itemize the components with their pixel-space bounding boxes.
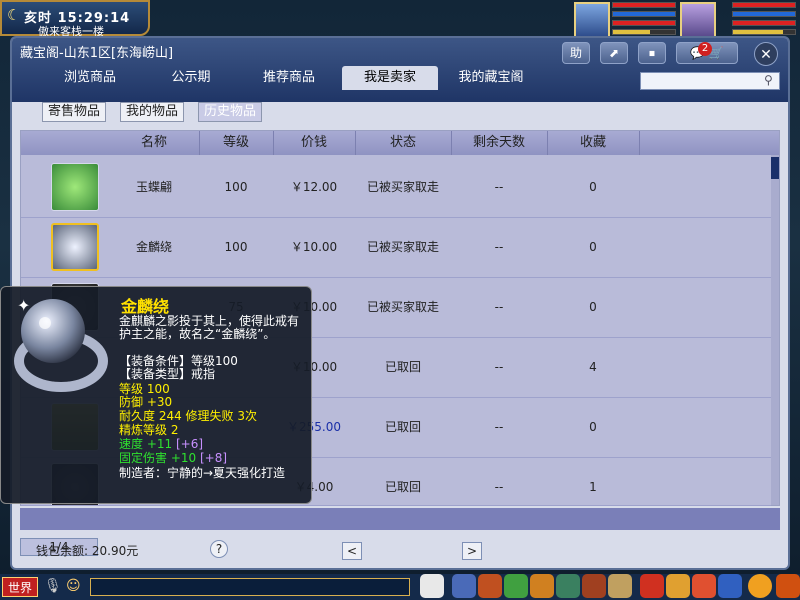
- item-fav: 0: [589, 420, 597, 434]
- item-status: 已被买家取走: [366, 180, 439, 194]
- item-days: --: [494, 420, 504, 434]
- col-level: 等级: [199, 131, 274, 155]
- item-status: 已取回: [384, 420, 421, 434]
- tooltip-refine: 精炼等级 2: [119, 423, 179, 437]
- table-scrollbar[interactable]: [771, 155, 779, 505]
- pet-dock-icon[interactable]: [420, 574, 444, 598]
- item-days: --: [494, 480, 504, 494]
- jade-butterfly-icon[interactable]: [51, 163, 99, 211]
- sword-dock-icon[interactable]: [452, 574, 476, 598]
- item-status: 已取回: [384, 480, 421, 494]
- table-header: 名称 等级 价钱 状态 剩余天数 收藏: [21, 131, 779, 155]
- item-days: --: [494, 180, 504, 194]
- tooltip-description: 金麒麟之影投于其上，使得此戒有护主之能，故名之“金麟绕”。: [119, 314, 300, 341]
- tooltip-durability: 耐久度 244 修理失败 3次: [119, 409, 257, 423]
- item-days: --: [494, 240, 504, 254]
- item-name: 金麟绕: [135, 240, 172, 254]
- team-dock-icon[interactable]: [504, 574, 528, 598]
- skill-dock-icon[interactable]: [530, 574, 554, 598]
- item-status: 已被买家取走: [366, 300, 439, 314]
- tooltip-fixed-damage: 固定伤害 +10 [+8]: [119, 451, 228, 465]
- col-price: 价钱: [273, 131, 356, 155]
- table-row[interactable]: 金麟绕 100 ￥10.00 已被买家取走 -- 0: [21, 217, 771, 278]
- item-price: ￥12.00: [290, 180, 338, 194]
- moon-icon: ☾: [7, 6, 21, 24]
- window-header: 藏宝阁-山东1区[东海崂山] 助 ⬈ ⏹ 💬 🛒 2 ✕ 浏览商品 公示期 推荐…: [12, 38, 788, 102]
- ring-icon: ✦: [14, 296, 108, 392]
- tab-recommended[interactable]: 推荐商品: [248, 66, 330, 90]
- tab-browse[interactable]: 浏览商品: [54, 66, 126, 90]
- item-fav: 4: [589, 360, 597, 374]
- gang-dock-icon[interactable]: [582, 574, 606, 598]
- help-icon[interactable]: ?: [210, 540, 228, 558]
- col-status: 状态: [355, 131, 452, 155]
- item-fav: 0: [589, 300, 597, 314]
- silver-ring-icon[interactable]: [51, 223, 99, 271]
- friends-dock-icon[interactable]: [556, 574, 580, 598]
- item-level: 100: [224, 240, 248, 254]
- item-level: 100: [224, 180, 248, 194]
- scrollbar-thumb[interactable]: [771, 157, 779, 179]
- system-dock-icon[interactable]: [718, 574, 742, 598]
- emoji-icon[interactable]: ☺: [66, 578, 81, 594]
- tooltip-speed: 速度 +11 [+6]: [119, 437, 204, 451]
- world-channel-button[interactable]: 世界: [2, 577, 38, 597]
- table-row[interactable]: 玉蝶翩 100 ￥12.00 已被买家取走 -- 0: [21, 157, 771, 218]
- fire-dock-icon[interactable]: [776, 574, 800, 598]
- tooltip-equip-type: 【装备类型】戒指: [119, 367, 216, 381]
- tab-seller[interactable]: 我是卖家: [342, 66, 438, 90]
- prev-page-button[interactable]: <: [342, 542, 362, 560]
- table-bottom-band: [20, 508, 780, 530]
- pet-avatar[interactable]: [680, 2, 716, 38]
- col-fav: 收藏: [547, 131, 640, 155]
- player-status-bars: [612, 2, 676, 38]
- chat-input[interactable]: [90, 578, 410, 596]
- time-panel: ☾ 亥时 15:29:14 傲来客栈一楼: [0, 0, 150, 38]
- pagination-footer: 钱包余额: 20.90元 ? < 1/4 >: [20, 538, 780, 564]
- search-icon[interactable]: ⚲: [764, 73, 773, 87]
- scroll-dock-icon[interactable]: [608, 574, 632, 598]
- item-fav: 0: [589, 240, 597, 254]
- item-status: 已取回: [384, 360, 421, 374]
- item-name: 玉蝶翩: [135, 180, 172, 194]
- share-button[interactable]: ⬈: [600, 42, 628, 64]
- svg-text:✦: ✦: [17, 296, 30, 315]
- col-days: 剩余天数: [451, 131, 548, 155]
- pet-status-bars: [732, 2, 796, 38]
- notification-badge: 2: [698, 42, 712, 56]
- tooltip-maker: 制造者：宁静的→夏天强化打造: [119, 466, 286, 480]
- item-days: --: [494, 360, 504, 374]
- col-name: 名称: [109, 131, 200, 155]
- chest-dock-icon[interactable]: [478, 574, 502, 598]
- window-title: 藏宝阁-山东1区[东海崂山]: [20, 46, 174, 61]
- item-price: ￥10.00: [290, 240, 338, 254]
- item-fav: 1: [589, 480, 597, 494]
- tooltip-defense: 防御 +30: [119, 395, 173, 409]
- mail-dock-icon[interactable]: [666, 574, 690, 598]
- search-input[interactable]: [640, 72, 780, 90]
- stop-button[interactable]: ⏹: [638, 42, 666, 64]
- subtab-my-items[interactable]: 我的物品: [120, 102, 185, 122]
- microphone-icon[interactable]: 🎙: [44, 578, 62, 594]
- player-avatar[interactable]: [574, 2, 610, 38]
- face-dock-icon[interactable]: [748, 574, 772, 598]
- activity-dock-icon[interactable]: [692, 574, 716, 598]
- subtab-history[interactable]: 历史物品: [198, 102, 263, 122]
- item-fav: 0: [589, 180, 597, 194]
- tab-my-treasure[interactable]: 我的藏宝阁: [446, 66, 536, 90]
- gift-dock-icon[interactable]: [640, 574, 664, 598]
- item-days: --: [494, 300, 504, 314]
- tab-public[interactable]: 公示期: [150, 66, 232, 90]
- wallet-balance: 钱包余额: 20.90元: [36, 544, 139, 558]
- close-button[interactable]: ✕: [754, 42, 778, 66]
- item-status: 已被买家取走: [366, 240, 439, 254]
- subtab-consign[interactable]: 寄售物品: [42, 102, 107, 122]
- help-button[interactable]: 助: [562, 42, 590, 64]
- item-tooltip: ✦ 金麟绕 金麒麟之影投于其上，使得此戒有护主之能，故名之“金麟绕”。 【装备条…: [0, 286, 312, 504]
- next-page-button[interactable]: >: [462, 542, 482, 560]
